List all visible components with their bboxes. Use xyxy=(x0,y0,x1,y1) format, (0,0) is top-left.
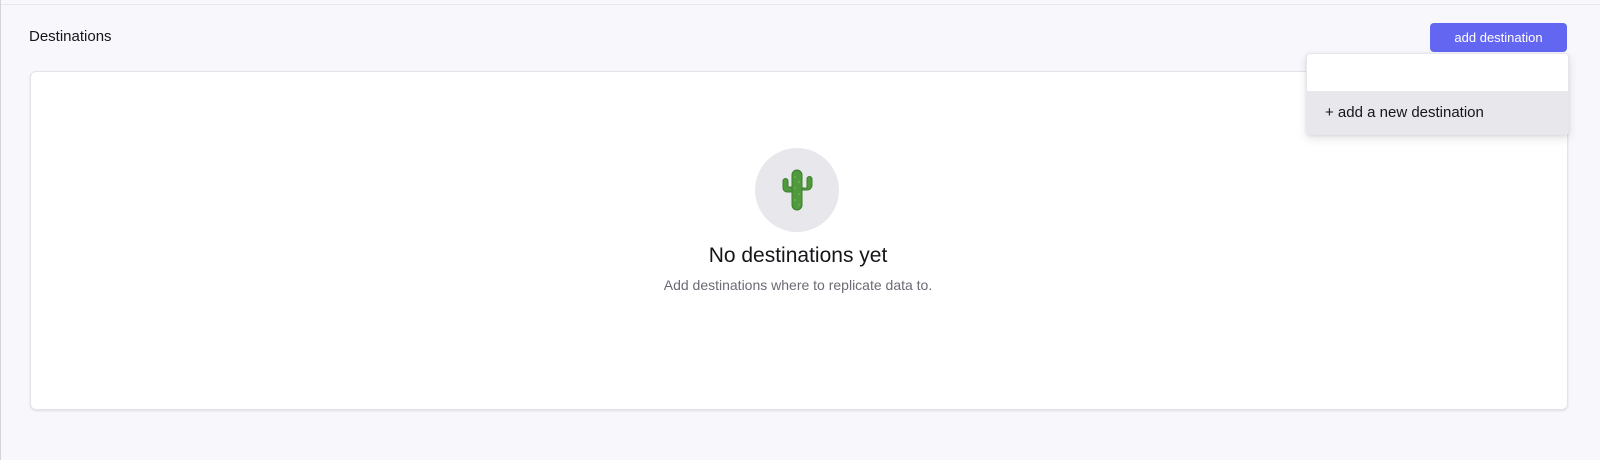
empty-state-title: No destinations yet xyxy=(708,244,888,267)
top-divider xyxy=(1,4,1600,5)
add-destination-dropdown: + add a new destination xyxy=(1306,53,1569,135)
cactus-icon xyxy=(782,169,813,211)
empty-state-icon-container xyxy=(755,148,839,232)
left-border xyxy=(0,0,1,460)
add-destination-button[interactable]: add destination xyxy=(1430,23,1567,52)
add-new-destination-menu-item[interactable]: + add a new destination xyxy=(1307,91,1568,134)
page-title: Destinations xyxy=(29,28,112,45)
empty-state-subtitle: Add destinations where to replicate data… xyxy=(663,277,933,293)
dropdown-search-input[interactable] xyxy=(1307,54,1568,91)
